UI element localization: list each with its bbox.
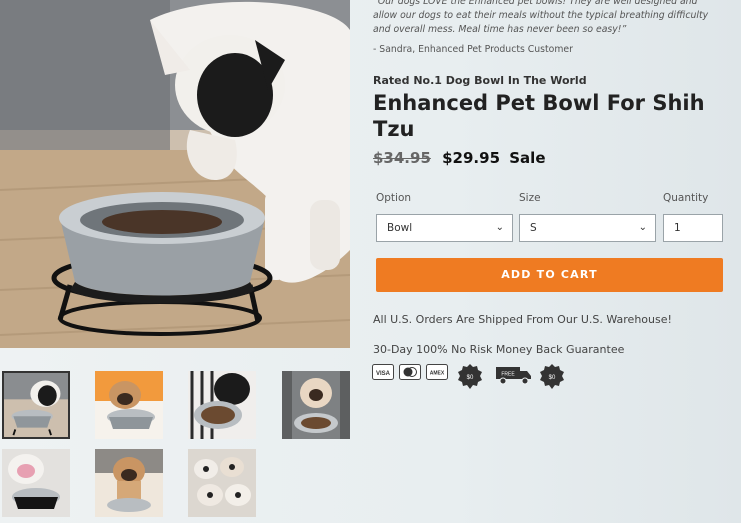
mastercard-icon [399, 364, 421, 380]
shipping-note: All U.S. Orders Are Shipped From Our U.S… [373, 313, 672, 326]
dog-eating-photo [0, 0, 350, 348]
product-title: Enhanced Pet Bowl For Shih Tzu [373, 91, 705, 141]
chevron-down-icon: ⌄ [495, 222, 504, 233]
visa-text: VISA [376, 371, 391, 377]
thumbnail-image [95, 449, 163, 517]
quantity-label: Quantity [663, 192, 709, 204]
amex-card-icon: AMEX [426, 364, 448, 380]
thumbnail-6[interactable] [95, 449, 163, 517]
guarantee-seal-icon: $0 [540, 364, 564, 389]
price-row: $34.95 $29.95 Sale [373, 149, 546, 167]
truck-text: FREE [501, 372, 515, 378]
product-tagline: Rated No.1 Dog Bowl In The World [373, 74, 587, 87]
seal-text: $0 [549, 375, 556, 381]
option-select[interactable]: Bowl ⌄ [376, 214, 513, 242]
thumbnail-image [4, 373, 68, 437]
amex-text: AMEX [430, 371, 445, 377]
size-select[interactable]: S ⌄ [519, 214, 656, 242]
sale-price: $29.95 [442, 149, 501, 167]
thumbnail-5[interactable] [2, 449, 70, 517]
thumbnail-image [188, 449, 256, 517]
zero-fee-seal-icon: $0 [458, 364, 482, 389]
thumbnail-1[interactable] [2, 371, 70, 439]
size-select-value: S [530, 222, 537, 234]
free-shipping-truck-icon: FREE [496, 367, 531, 385]
main-product-image[interactable] [0, 0, 350, 348]
option-select-value: Bowl [387, 222, 413, 234]
original-price: $34.95 [373, 149, 431, 167]
thumbnail-4[interactable] [282, 371, 350, 439]
option-label: Option [376, 192, 412, 204]
guarantee-note: 30-Day 100% No Risk Money Back Guarantee [373, 343, 625, 356]
sale-label: Sale [509, 149, 546, 167]
thumbnail-2[interactable] [95, 371, 163, 439]
quantity-input[interactable]: 1 [663, 214, 723, 242]
customer-review-quote: “Our dogs LOVE the Enhanced pet bowls! T… [373, 0, 709, 35]
size-label: Size [519, 192, 541, 204]
add-to-cart-button[interactable]: ADD TO CART [376, 258, 723, 292]
thumbnail-3[interactable] [188, 371, 256, 439]
thumbnail-image [188, 371, 256, 439]
thumbnail-image [95, 371, 163, 439]
review-author: - Sandra, Enhanced Pet Products Customer [373, 44, 573, 55]
quantity-value: 1 [674, 222, 681, 234]
thumbnail-image [282, 371, 350, 439]
thumbnail-7[interactable] [188, 449, 256, 517]
visa-card-icon: VISA [372, 364, 394, 380]
seal-text: $0 [467, 375, 474, 381]
chevron-down-icon: ⌄ [638, 222, 647, 233]
thumbnail-image [2, 449, 70, 517]
